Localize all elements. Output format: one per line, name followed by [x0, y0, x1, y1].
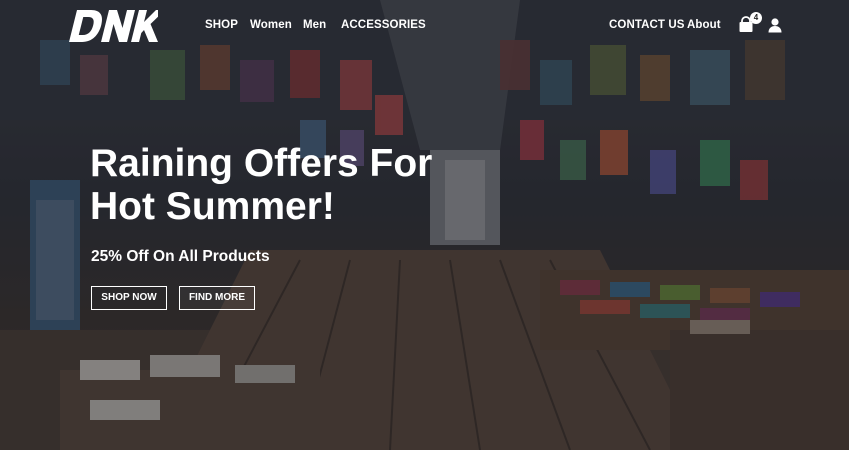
- user-icon: [768, 18, 782, 33]
- hero-headline-line-1: Raining Offers For: [90, 142, 433, 185]
- brand-logo[interactable]: [66, 6, 166, 46]
- site-header: SHOP Women Men ACCESSORIES CONTACT US Ab…: [0, 0, 849, 52]
- cart-count-badge: 4: [750, 12, 762, 24]
- shop-now-button[interactable]: SHOP NOW: [91, 286, 167, 310]
- nav-about[interactable]: About: [687, 19, 721, 31]
- hero-headline: Raining Offers For Hot Summer!: [90, 142, 450, 228]
- hero-headline-line-2: Hot Summer!: [90, 185, 335, 228]
- nav-shop[interactable]: SHOP: [205, 19, 238, 31]
- account-button[interactable]: [766, 16, 784, 34]
- dnk-logo-icon: [69, 10, 166, 42]
- nav-contact-us[interactable]: CONTACT US: [609, 19, 685, 31]
- hero-subheading: 25% Off On All Products: [91, 248, 270, 265]
- nav-men[interactable]: Men: [303, 19, 326, 31]
- find-more-button[interactable]: FIND MORE: [179, 286, 255, 310]
- nav-women[interactable]: Women: [250, 19, 292, 31]
- nav-accessories[interactable]: ACCESSORIES: [341, 19, 426, 31]
